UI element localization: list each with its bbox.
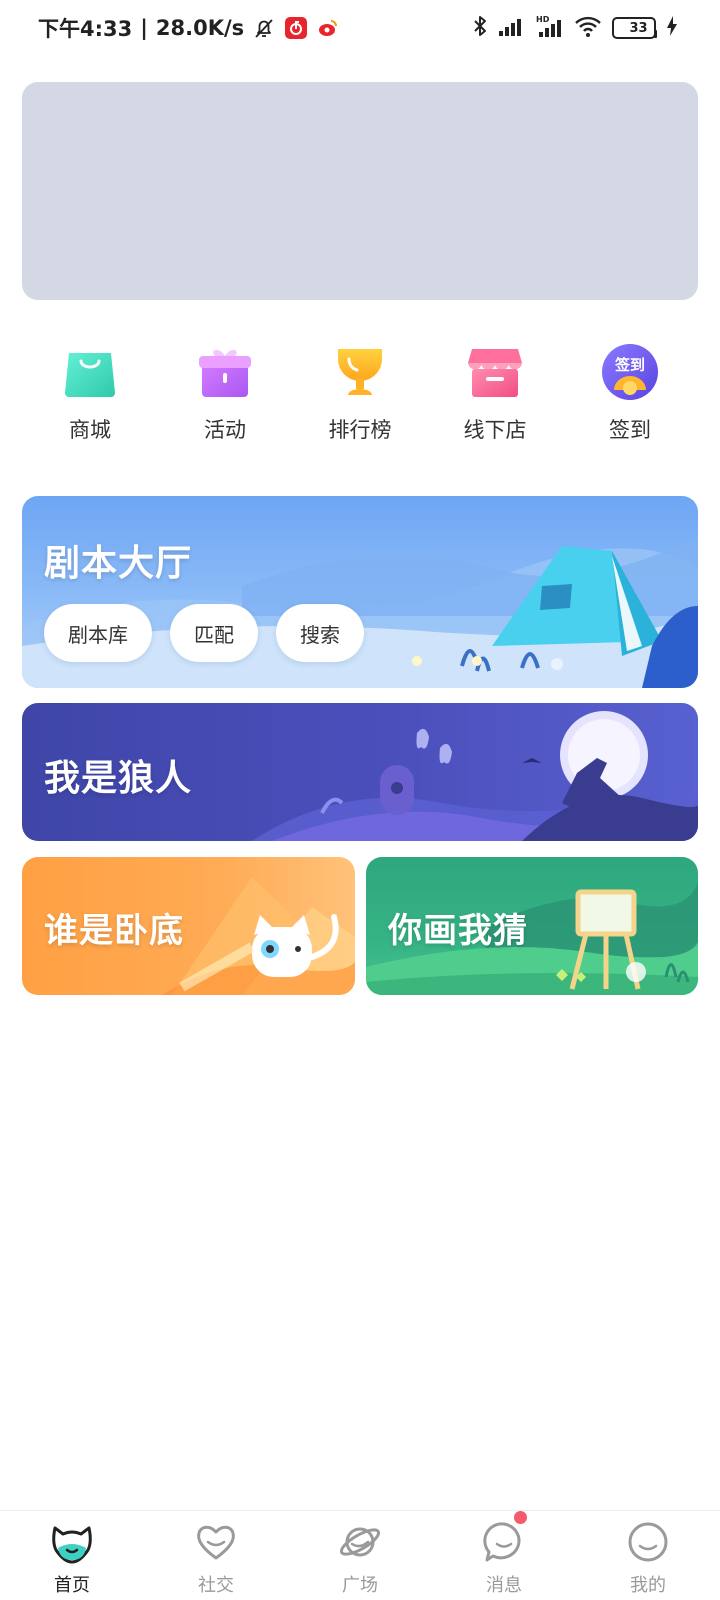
search-button[interactable]: 搜索 (276, 604, 364, 662)
quick-nav-events[interactable]: 活动 (165, 342, 285, 452)
hd-signal-icon: HD (536, 14, 564, 42)
checkin-icon: 签到 (600, 342, 660, 402)
checkin-icon-text: 签到 (614, 356, 645, 374)
tab-plaza[interactable]: 广场 (288, 1511, 432, 1600)
match-button[interactable]: 匹配 (170, 604, 258, 662)
charging-icon (666, 14, 678, 42)
planet-icon (337, 1519, 383, 1565)
undercover-title: 谁是卧底 (44, 911, 184, 951)
messages-unread-dot (514, 1511, 527, 1524)
quick-nav-label: 签到 (609, 418, 651, 442)
tab-label: 消息 (486, 1575, 522, 1596)
quick-nav-label: 商城 (69, 418, 111, 442)
quick-nav-label: 活动 (204, 418, 246, 442)
status-net-speed: 28.0K/s (155, 16, 245, 40)
werewolf-title: 我是狼人 (44, 758, 193, 799)
top-banner-carousel[interactable] (22, 82, 698, 300)
quick-nav-mall[interactable]: 商城 (30, 342, 150, 452)
tab-messages[interactable]: 消息 (432, 1511, 576, 1600)
werewolf-card[interactable]: 我是狼人 (22, 703, 698, 841)
trophy-icon (330, 342, 390, 402)
svg-text:HD: HD (536, 15, 550, 24)
shopping-bag-icon (60, 342, 120, 402)
quick-nav-label: 线下店 (463, 418, 527, 442)
script-hall-buttons: 剧本库 匹配 搜索 (44, 604, 364, 662)
quick-nav-leaderboard[interactable]: 排行榜 (300, 342, 420, 452)
script-hall-card[interactable]: 剧本大厅 剧本库 匹配 搜索 (22, 496, 698, 688)
battery-icon: 33 (612, 17, 657, 39)
tab-label: 首页 (54, 1575, 90, 1596)
status-right: HD 33 (472, 14, 678, 42)
netease-music-icon (284, 16, 308, 40)
status-time: 下午4:33 (38, 17, 133, 41)
bluetooth-icon (472, 14, 488, 42)
status-separator: | (140, 16, 148, 40)
undercover-card[interactable]: 谁是卧底 (22, 857, 355, 995)
battery-level: 33 (629, 20, 648, 36)
quick-nav: 商城 活动 排行榜 线下店 签到 签到 (30, 342, 690, 452)
bell-off-icon (252, 16, 276, 40)
draw-guess-card[interactable]: 你画我猜 (366, 857, 698, 995)
wifi-icon (574, 14, 602, 42)
tab-label: 广场 (342, 1575, 378, 1596)
tab-social[interactable]: 社交 (144, 1511, 288, 1600)
gift-box-icon (195, 342, 255, 402)
script-library-button[interactable]: 剧本库 (44, 604, 152, 662)
tab-home[interactable]: 首页 (0, 1511, 144, 1600)
script-hall-title: 剧本大厅 (44, 543, 193, 584)
tab-label: 我的 (630, 1575, 666, 1596)
heart-icon (193, 1519, 239, 1565)
tab-profile[interactable]: 我的 (576, 1511, 720, 1600)
chat-bubble-icon (481, 1519, 527, 1565)
quick-nav-checkin[interactable]: 签到 签到 (570, 342, 690, 452)
status-bar: 下午4:33 | 28.0K/s HD 33 (0, 0, 720, 56)
status-left: 下午4:33 | 28.0K/s (38, 14, 340, 42)
quick-nav-offline-store[interactable]: 线下店 (435, 342, 555, 452)
signal-icon (498, 15, 526, 41)
smiley-face-icon (625, 1519, 671, 1565)
draw-guess-title: 你画我猜 (388, 911, 528, 951)
cat-home-icon (49, 1519, 95, 1565)
weibo-icon (316, 16, 340, 40)
bottom-tab-bar: 首页 社交 广场 消息 我的 (0, 1510, 720, 1600)
store-icon (465, 342, 525, 402)
tab-label: 社交 (198, 1575, 234, 1596)
quick-nav-label: 排行榜 (328, 418, 392, 442)
